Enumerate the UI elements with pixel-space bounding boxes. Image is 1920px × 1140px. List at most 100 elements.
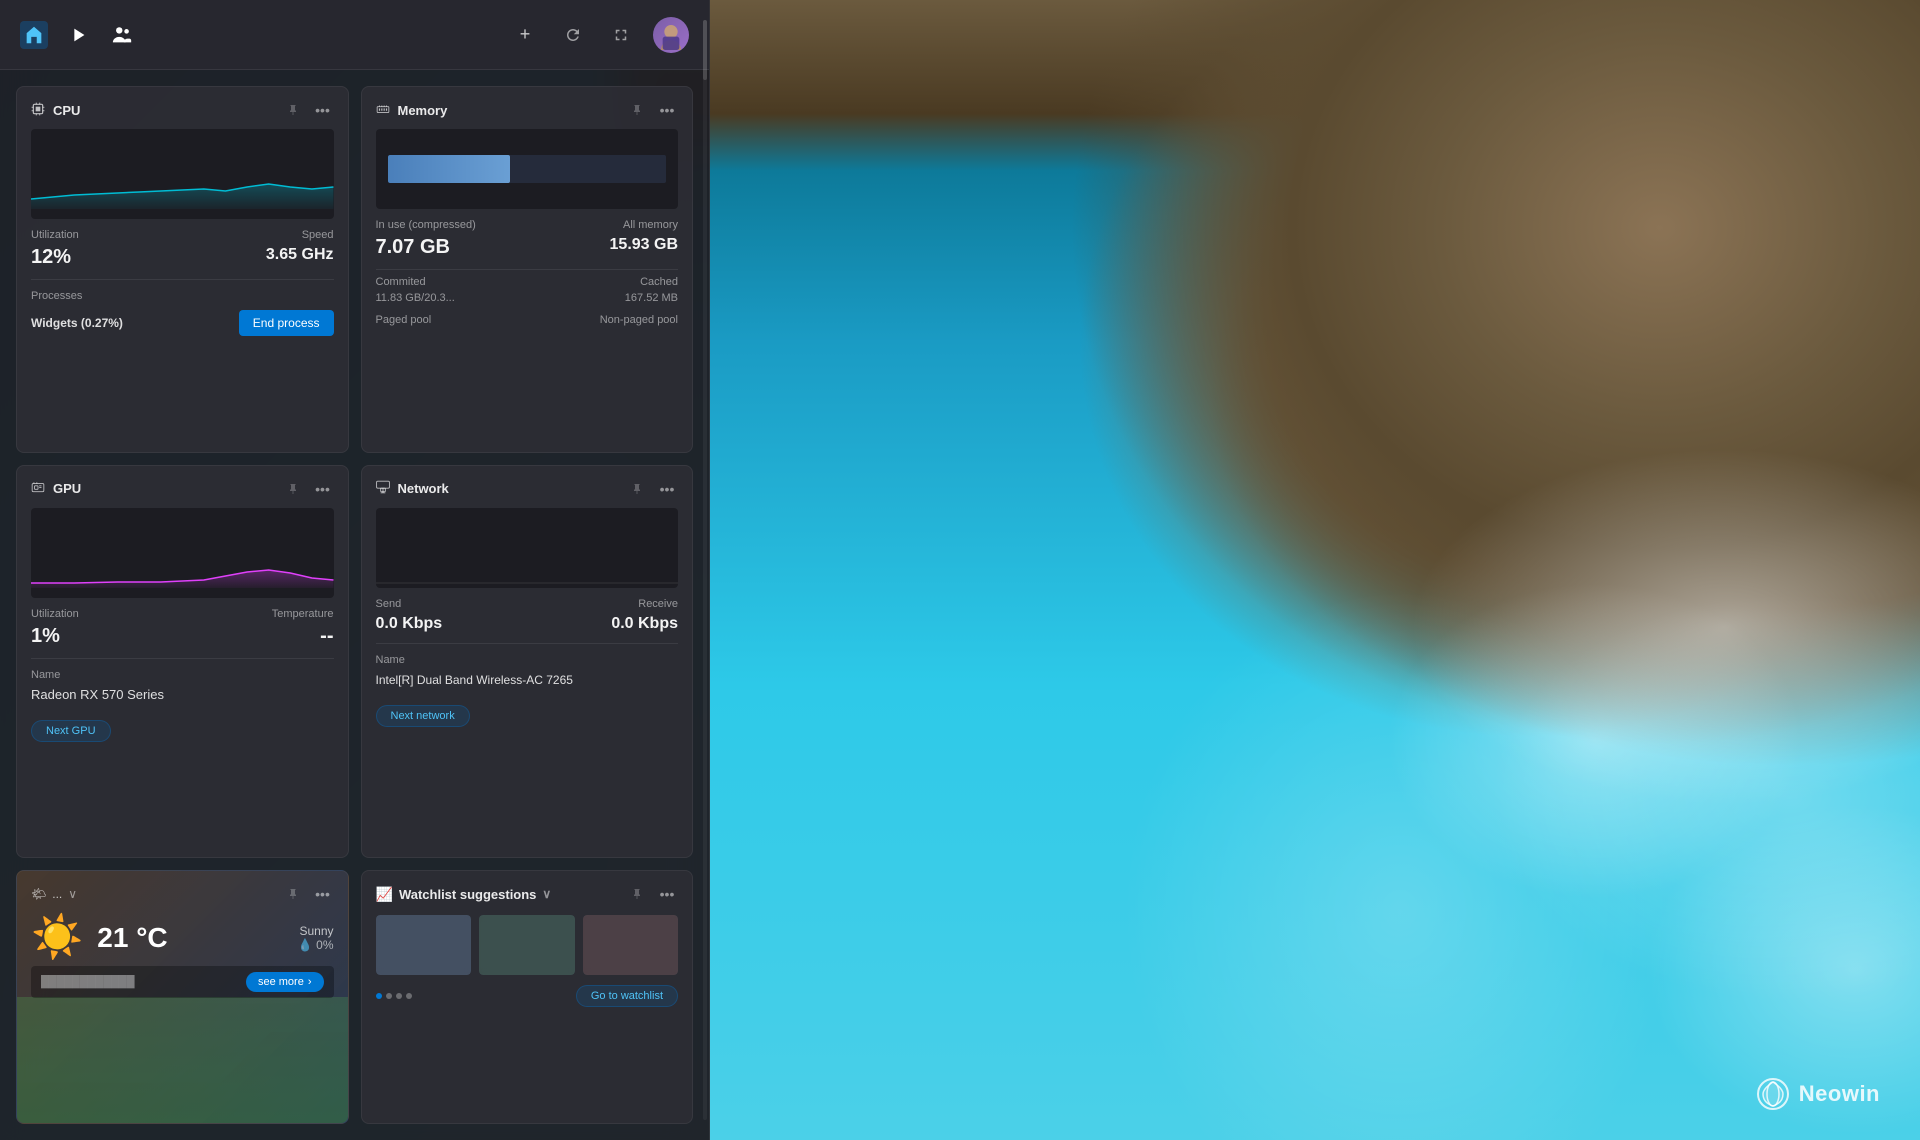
cpu-values-row: 12% 3.65 GHz	[31, 245, 334, 273]
weather-sun-icon: ☀️	[31, 913, 83, 962]
nav-people-icon[interactable]	[108, 21, 136, 49]
dot-3	[396, 993, 402, 999]
next-gpu-button[interactable]: Next GPU	[31, 720, 111, 742]
weather-forecast-text: ████████████	[41, 976, 135, 988]
neowin-label: Neowin	[1799, 1081, 1880, 1107]
network-title: Network	[398, 481, 449, 496]
network-chart	[376, 508, 679, 588]
memory-paged-label: Paged pool	[376, 314, 432, 326]
weather-temp-info: 21 °C	[97, 922, 167, 954]
cpu-card-actions: •••	[282, 99, 334, 121]
watchlist-pin-button[interactable]	[626, 883, 648, 905]
expand-button[interactable]	[605, 19, 637, 51]
network-card-header: Network •••	[376, 478, 679, 500]
memory-bar-fill	[388, 155, 511, 183]
header-actions: +	[509, 17, 689, 53]
nav-icons	[20, 21, 136, 49]
user-avatar[interactable]	[653, 17, 689, 53]
cpu-more-button[interactable]: •••	[312, 99, 334, 121]
refresh-button[interactable]	[557, 19, 589, 51]
memory-bar	[388, 155, 667, 183]
watchlist-footer: Go to watchlist	[376, 985, 679, 1007]
memory-pin-button[interactable]	[626, 99, 648, 121]
network-pin-button[interactable]	[626, 478, 648, 500]
memory-card-actions: •••	[626, 99, 678, 121]
stock-item-2	[479, 915, 575, 975]
memory-all-label: All memory	[623, 219, 678, 231]
content-grid: CPU •••	[0, 70, 709, 1140]
see-more-button[interactable]: see more ›	[246, 972, 324, 992]
watchlist-chevron-icon: ∨	[542, 887, 551, 901]
memory-top-labels: In use (compressed) All memory	[376, 219, 679, 231]
goto-watchlist-button[interactable]: Go to watchlist	[576, 985, 678, 1007]
gpu-title-row: GPU	[31, 480, 81, 497]
neowin-logo-icon	[1757, 1078, 1789, 1110]
cpu-title: CPU	[53, 103, 80, 118]
gpu-card-header: GPU •••	[31, 478, 334, 500]
memory-all-value: 15.93 GB	[610, 236, 678, 254]
network-receive-label: Receive	[638, 598, 678, 610]
dot-1	[376, 993, 382, 999]
gpu-title: GPU	[53, 481, 81, 496]
memory-pool-row: Paged pool Non-paged pool	[376, 314, 679, 326]
memory-inuse-value: 7.07 GB	[376, 236, 450, 259]
cpu-utilization-value: 12%	[31, 246, 71, 269]
watchlist-title-text: Watchlist suggestions	[399, 887, 536, 902]
watchlist-header: 📈 Watchlist suggestions ∨ •••	[376, 883, 679, 905]
network-divider	[376, 643, 679, 644]
memory-icon	[376, 102, 390, 119]
cpu-icon	[31, 102, 45, 119]
cpu-pin-button[interactable]	[282, 99, 304, 121]
scrollbar-thumb[interactable]	[703, 20, 707, 80]
weather-pin-button[interactable]	[282, 883, 304, 905]
memory-cached-value: 167.52 MB	[625, 292, 678, 304]
nav-home-icon[interactable]	[20, 21, 48, 49]
gpu-more-button[interactable]: •••	[312, 478, 334, 500]
network-stats-row: Send Receive	[376, 598, 679, 610]
watchlist-actions: •••	[626, 883, 678, 905]
watchlist-card: 📈 Watchlist suggestions ∨ •••	[361, 870, 694, 1124]
weather-rain: 💧 0%	[298, 938, 334, 952]
nav-media-icon[interactable]	[64, 21, 92, 49]
memory-committed-value: 11.83 GB/20.3...	[376, 292, 455, 304]
weather-location: 🌤 ... ∨	[31, 887, 77, 901]
cpu-card-header: CPU •••	[31, 99, 334, 121]
stock-item-1	[376, 915, 472, 975]
weather-chevron-icon: ∨	[68, 887, 77, 901]
weather-more-button[interactable]: •••	[312, 883, 334, 905]
stock-item-3	[583, 915, 679, 975]
weather-temperature: 21 °C	[97, 922, 167, 954]
watchlist-more-button[interactable]: •••	[656, 883, 678, 905]
network-more-button[interactable]: •••	[656, 478, 678, 500]
gpu-card: GPU •••	[16, 465, 349, 859]
cpu-divider	[31, 279, 334, 280]
memory-more-button[interactable]: •••	[656, 99, 678, 121]
memory-card-header: Memory •••	[376, 99, 679, 121]
weather-actions: •••	[282, 883, 334, 905]
network-send-label: Send	[376, 598, 402, 610]
cpu-process-row: Widgets (0.27%) End process	[31, 310, 334, 336]
next-network-button[interactable]: Next network	[376, 705, 470, 727]
memory-committed-values: 11.83 GB/20.3... 167.52 MB	[376, 292, 679, 310]
gpu-chart	[31, 508, 334, 598]
panel-header: +	[0, 0, 709, 70]
end-process-button[interactable]: End process	[239, 310, 334, 336]
network-title-row: Network	[376, 480, 449, 497]
gpu-values-row: 1% --	[31, 624, 334, 652]
network-values-row: 0.0 Kbps 0.0 Kbps	[376, 614, 679, 637]
memory-top-values: 7.07 GB 15.93 GB	[376, 235, 679, 263]
cpu-speed-value: 3.65 GHz	[266, 246, 334, 264]
memory-committed-row: Commited Cached	[376, 276, 679, 288]
add-button[interactable]: +	[509, 19, 541, 51]
cpu-process-name: Widgets (0.27%)	[31, 316, 123, 330]
dot-2	[386, 993, 392, 999]
watchlist-title-row: 📈 Watchlist suggestions ∨	[376, 886, 552, 903]
memory-title-row: Memory	[376, 102, 448, 119]
scrollbar-track[interactable]	[703, 20, 707, 1120]
neowin-watermark: Neowin	[1757, 1078, 1880, 1110]
gpu-pin-button[interactable]	[282, 478, 304, 500]
memory-divider1	[376, 269, 679, 270]
memory-card: Memory ••• In use (compressed)	[361, 86, 694, 453]
weather-condition: Sunny	[298, 924, 334, 938]
gpu-name-label: Name	[31, 669, 60, 681]
